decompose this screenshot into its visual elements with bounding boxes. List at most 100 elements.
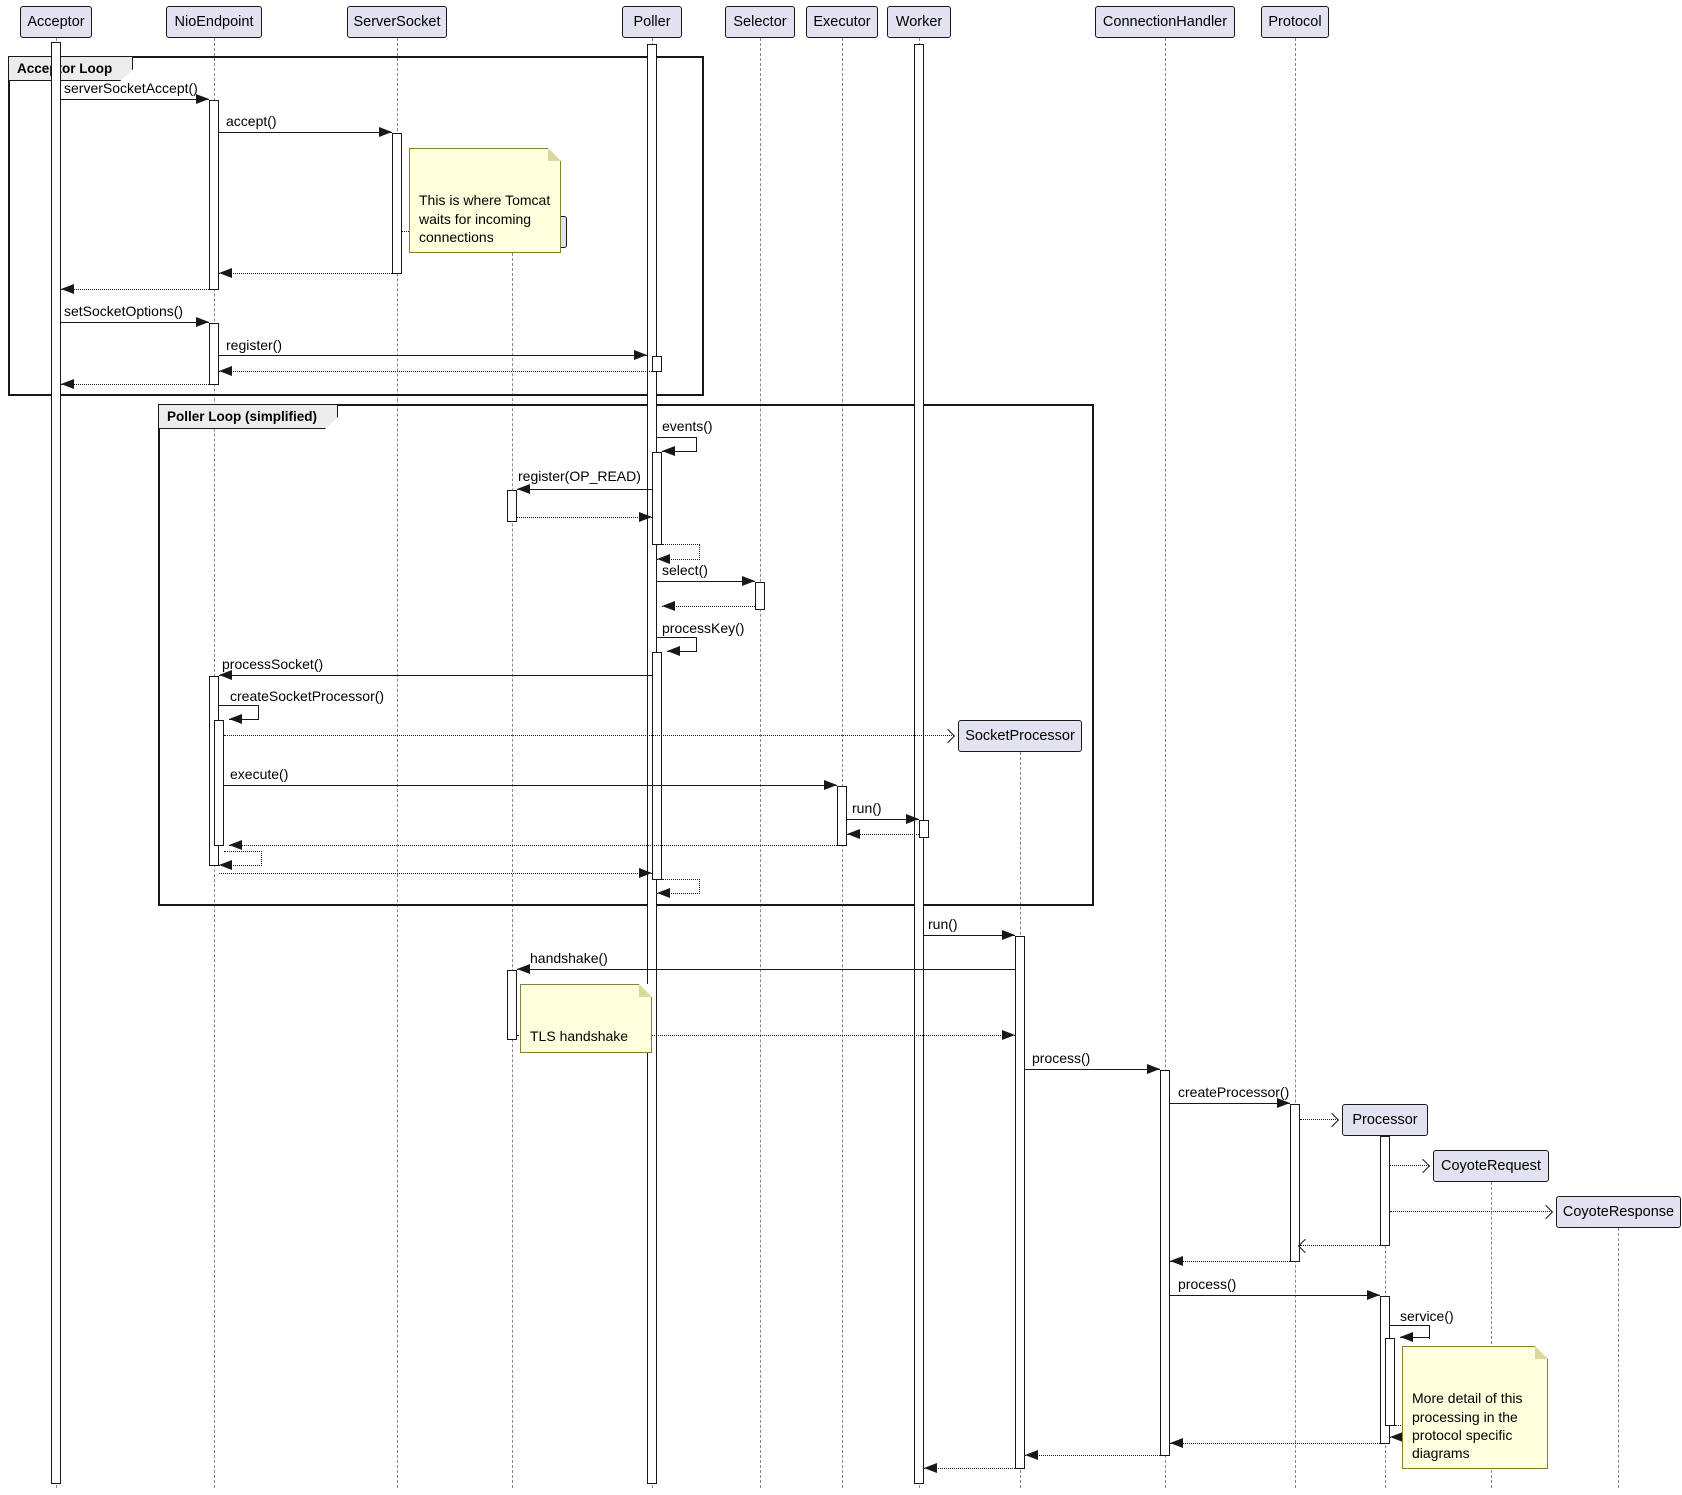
participant-label: SocketProcessor — [965, 728, 1075, 744]
message-label: createProcessor() — [1178, 1084, 1289, 1100]
solid-arrowhead-icon — [639, 512, 652, 522]
note-text: More detail of this processing in the pr… — [1412, 1390, 1523, 1461]
solid-arrowhead-icon — [1367, 1290, 1380, 1300]
solid-arrowhead-icon — [219, 860, 232, 870]
message-line — [696, 637, 697, 652]
message-line — [224, 785, 837, 786]
solid-arrowhead-icon — [1002, 930, 1015, 940]
solid-arrowhead-icon — [639, 868, 652, 878]
solid-arrowhead-icon — [847, 829, 860, 839]
connection-handler-activation — [1160, 1070, 1170, 1456]
message-line — [657, 581, 755, 582]
message-label: run() — [852, 800, 882, 816]
participant-nio-endpoint: NioEndpoint — [166, 6, 262, 38]
solid-arrowhead-icon — [662, 601, 675, 611]
message-label: handshake() — [530, 950, 608, 966]
participant-coyote-request: CoyoteRequest — [1433, 1150, 1549, 1182]
participant-label: Selector — [733, 14, 786, 30]
return-line — [924, 1468, 1015, 1469]
return-line — [699, 879, 700, 894]
solid-arrowhead-icon — [379, 127, 392, 137]
message-label: process() — [1178, 1276, 1236, 1292]
message-label: serverSocketAccept() — [64, 80, 198, 96]
poller-loop-frame-label: Poller Loop (simplified) — [158, 404, 338, 429]
note-protocol-detail: More detail of this processing in the pr… — [1402, 1346, 1548, 1469]
return-line — [1170, 1443, 1380, 1444]
return-line — [662, 606, 755, 607]
message-label: accept() — [226, 113, 277, 129]
participant-label: CoyoteRequest — [1441, 1158, 1541, 1174]
return-line — [517, 517, 652, 518]
message-line — [657, 437, 697, 438]
solid-arrowhead-icon — [667, 646, 680, 656]
solid-arrowhead-icon — [219, 366, 232, 376]
return-line — [1025, 1455, 1160, 1456]
message-line — [61, 99, 209, 100]
processor-service-activation — [1385, 1338, 1395, 1426]
acceptor-activation — [51, 42, 61, 1484]
message-line — [219, 355, 647, 356]
solid-arrowhead-icon — [1002, 1030, 1015, 1040]
lifeline-protocol — [1295, 38, 1296, 1488]
open-arrowhead-icon — [1325, 1113, 1339, 1127]
solid-arrowhead-icon — [1147, 1064, 1160, 1074]
participant-label: Processor — [1352, 1112, 1417, 1128]
return-line — [224, 851, 262, 852]
selector-activation — [755, 582, 765, 610]
note-text: TLS handshake — [530, 1028, 628, 1044]
participant-processor: Processor — [1342, 1104, 1428, 1136]
message-label: register(OP_READ) — [518, 468, 641, 484]
poller-events-activation — [652, 452, 662, 545]
solid-arrowhead-icon — [634, 350, 647, 360]
open-arrowhead-icon — [1298, 1239, 1312, 1253]
participant-poller: Poller — [622, 6, 682, 38]
participant-selector: Selector — [725, 6, 795, 38]
return-line — [662, 879, 700, 880]
solid-arrowhead-icon — [1170, 1256, 1183, 1266]
message-label: processSocket() — [222, 656, 323, 672]
open-arrowhead-icon — [1539, 1205, 1553, 1219]
return-line — [662, 544, 700, 545]
solid-arrowhead-icon — [196, 94, 209, 104]
acceptor-loop-frame-label: Acceptor Loop — [8, 56, 133, 81]
message-label: process() — [1032, 1050, 1090, 1066]
participant-label: Poller — [633, 14, 670, 30]
participant-worker: Worker — [887, 6, 951, 38]
nio-endpoint-activation-4 — [214, 720, 224, 846]
solid-arrowhead-icon — [1025, 1450, 1038, 1460]
note-fold-icon — [1535, 1346, 1548, 1359]
participant-protocol: Protocol — [1261, 6, 1329, 38]
solid-arrowhead-icon — [196, 317, 209, 327]
worker-activation — [914, 44, 924, 1484]
participant-label: Executor — [813, 14, 870, 30]
message-line — [61, 322, 209, 323]
solid-arrowhead-icon — [824, 780, 837, 790]
solid-arrowhead-icon — [517, 484, 530, 494]
open-arrowhead-icon — [1416, 1159, 1430, 1173]
solid-arrowhead-icon — [742, 576, 755, 586]
participant-label: Acceptor — [27, 14, 84, 30]
message-line — [657, 637, 697, 638]
worker-run-activation — [919, 820, 929, 838]
solid-arrowhead-icon — [229, 714, 242, 724]
message-line — [517, 489, 652, 490]
solid-arrowhead-icon — [924, 1463, 937, 1473]
return-line — [219, 873, 652, 874]
solid-arrowhead-icon — [657, 888, 670, 898]
message-line — [1170, 1103, 1290, 1104]
participant-socket-processor: SocketProcessor — [958, 720, 1082, 752]
return-line — [219, 371, 652, 372]
socket-channel-activation-1 — [507, 490, 517, 522]
participant-label: Protocol — [1268, 14, 1321, 30]
note-accept-wait: This is where Tomcat waits for incoming … — [409, 148, 561, 253]
sequence-diagram: Acceptor Loop Poller Loop (simplified) s… — [0, 0, 1682, 1495]
message-line — [1390, 1325, 1430, 1326]
message-label: events() — [662, 418, 713, 434]
return-line — [219, 273, 392, 274]
message-label: processKey() — [662, 620, 744, 636]
solid-arrowhead-icon — [219, 268, 232, 278]
lifeline-coyote-response — [1618, 1228, 1619, 1488]
message-line — [517, 969, 1015, 970]
message-label: setSocketOptions() — [64, 303, 183, 319]
participant-connection-handler: ConnectionHandler — [1095, 6, 1235, 38]
